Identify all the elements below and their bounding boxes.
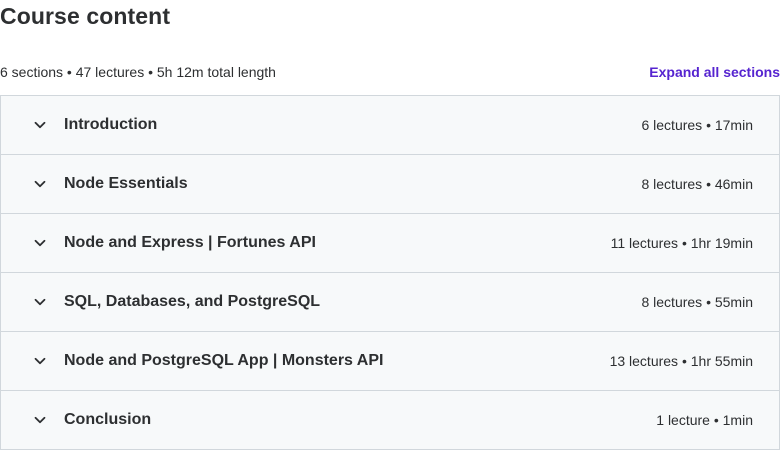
section-header-sql-databases[interactable]: SQL, Databases, and PostgreSQL 8 lecture… (1, 273, 779, 332)
section-header-introduction[interactable]: Introduction 6 lectures • 17min (1, 96, 779, 155)
section-title: Conclusion (64, 411, 152, 428)
chevron-down-icon (32, 117, 48, 133)
expand-all-sections-button[interactable]: Expand all sections (649, 62, 780, 82)
chevron-down-icon (32, 294, 48, 310)
section-meta: 1 lecture • 1min (656, 412, 753, 428)
section-title: Node and Express | Fortunes API (64, 234, 316, 251)
page-title: Course content (0, 3, 171, 29)
course-summary-row: 6 sections • 47 lectures • 5h 12m total … (0, 62, 780, 82)
course-summary: 6 sections • 47 lectures • 5h 12m total … (0, 64, 276, 80)
section-meta: 6 lectures • 17min (641, 117, 753, 133)
section-meta: 8 lectures • 46min (641, 176, 753, 192)
curriculum-sections: Introduction 6 lectures • 17min Node Ess… (0, 95, 780, 450)
chevron-down-icon (32, 176, 48, 192)
section-title: Node Essentials (64, 175, 188, 192)
section-meta: 11 lectures • 1hr 19min (610, 235, 753, 251)
section-title: Introduction (64, 116, 158, 133)
section-header-conclusion[interactable]: Conclusion 1 lecture • 1min (1, 391, 779, 450)
section-meta: 13 lectures • 1hr 55min (609, 353, 753, 369)
section-header-monsters-api[interactable]: Node and PostgreSQL App | Monsters API 1… (1, 332, 779, 391)
section-title: SQL, Databases, and PostgreSQL (64, 293, 321, 310)
section-title: Node and PostgreSQL App | Monsters API (64, 352, 384, 369)
section-header-node-and-express[interactable]: Node and Express | Fortunes API 11 lectu… (1, 214, 779, 273)
section-header-node-essentials[interactable]: Node Essentials 8 lectures • 46min (1, 155, 779, 214)
chevron-down-icon (32, 235, 48, 251)
section-meta: 8 lectures • 55min (641, 294, 753, 310)
chevron-down-icon (32, 412, 48, 428)
chevron-down-icon (32, 353, 48, 369)
